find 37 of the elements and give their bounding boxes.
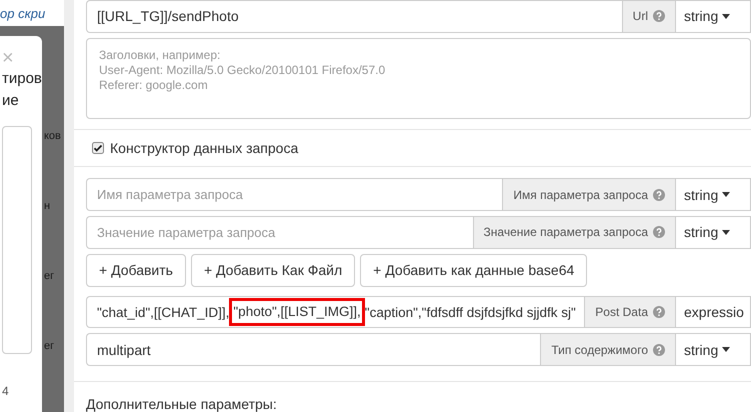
add-button[interactable]: + Добавить как данные base64 [360,254,588,287]
caret-icon [722,347,730,352]
caret-icon [722,192,730,198]
field-label: Post Data [584,296,676,328]
dialog-title: ие [2,91,20,111]
add-button[interactable]: + Добавить Как Файл [190,254,356,287]
help-icon [653,188,665,201]
page-title: ор скри [0,5,46,23]
help-icon [653,10,665,22]
dialog-title: тиров [2,69,42,89]
help-icon [653,306,665,318]
help-icon [653,344,665,356]
post-data-field[interactable]: "chat_id",[[CHAT_ID]], "photo",[[LIST_IMG]], "caption","fdfsdff dsjfdsjfkd sjjdfk sj" [86,296,584,328]
highlight-box: "photo",[[LIST_IMG]], [229,298,365,326]
field-label: Url [622,0,676,33]
field-label: Значение параметра запроса [472,216,676,249]
content-type-field[interactable]: multipart [86,333,540,366]
checkbox-label: Конструктор данных запроса [110,140,298,156]
url-field[interactable]: [[URL_TG]]/sendPhoto [86,0,622,33]
background-text: н [44,200,52,214]
type-select[interactable]: expressio [676,296,751,328]
background-text: ег [44,270,56,284]
type-select[interactable]: string [676,333,751,366]
background-text: ег [44,340,56,354]
field-label: Имя параметра запроса [502,178,676,212]
background-text: ков [44,130,62,144]
checkbox[interactable] [92,142,104,154]
help-icon [653,226,665,238]
section-label: Дополнительные параметры: [86,394,278,412]
field-label: Тип содержимого [540,333,676,366]
caret-icon [722,230,730,235]
caret-icon [722,14,730,19]
type-select[interactable]: string [676,178,751,212]
add-button[interactable]: + Добавить [86,254,186,287]
type-select[interactable]: string [676,0,751,33]
counter-text: 4 [2,384,10,398]
type-select[interactable]: string [676,216,751,249]
